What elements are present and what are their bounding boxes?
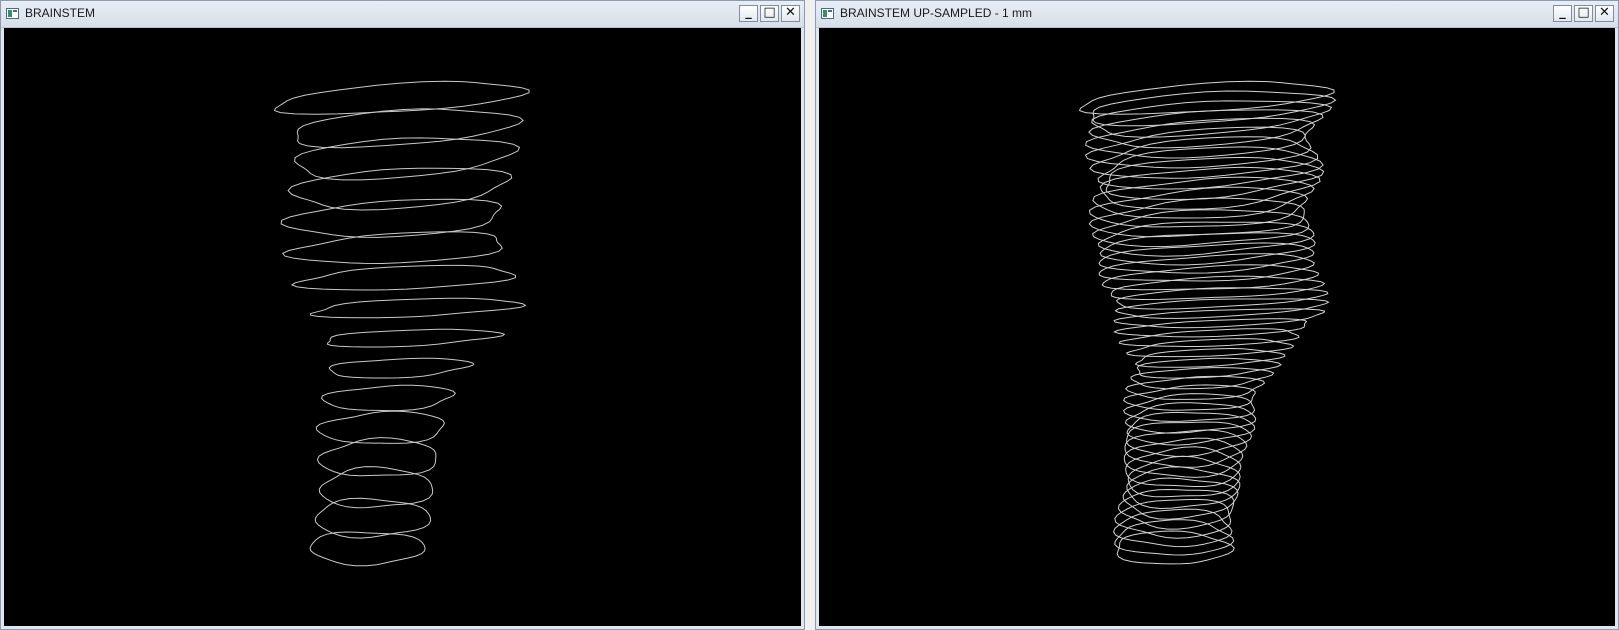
contour-slice [1088, 197, 1305, 238]
window-title: BRAINSTEM [25, 6, 96, 20]
close-button[interactable]: ✕ [781, 5, 800, 22]
contour-slice [309, 297, 527, 319]
contour-slice [1113, 318, 1308, 338]
title-bar[interactable]: BRAINSTEM _ □ ✕ [1, 1, 804, 28]
window-controls: _ □ ✕ [1551, 5, 1614, 23]
contour-slice [1126, 466, 1241, 510]
contour-slice [309, 531, 426, 567]
window-brainstem: BRAINSTEM _ □ ✕ [0, 0, 805, 630]
contour-slice [280, 198, 503, 238]
contour-slice [1114, 519, 1235, 556]
contour-slice [315, 410, 445, 444]
contour-slice [1088, 186, 1309, 228]
contour-slice [1116, 530, 1235, 565]
contour-slice [314, 497, 432, 539]
minimize-button[interactable]: _ [1553, 5, 1572, 22]
contour-slice [326, 328, 506, 348]
contour-stack-3d [273, 80, 530, 567]
contour-slice [287, 167, 513, 211]
contour-slice [290, 264, 517, 291]
render-viewport[interactable] [4, 28, 801, 626]
window-brainstem-upsampled: BRAINSTEM UP-SAMPLED - 1 mm _ □ ✕ [815, 0, 1619, 630]
window-title: BRAINSTEM UP-SAMPLED - 1 mm [840, 6, 1033, 20]
app-window-icon[interactable] [6, 8, 19, 19]
maximize-button[interactable]: □ [1574, 5, 1593, 22]
contour-slice [1097, 146, 1324, 190]
contour-slice [1123, 437, 1244, 478]
contour-slice [1099, 232, 1316, 266]
maximize-button[interactable]: □ [760, 5, 779, 22]
contour-slice [328, 357, 475, 379]
title-bar[interactable]: BRAINSTEM UP-SAMPLED - 1 mm _ □ ✕ [816, 1, 1618, 28]
contour-slice [296, 108, 524, 149]
contour-slice [1098, 242, 1315, 274]
contour-slice [1115, 287, 1329, 310]
window-controls: _ □ ✕ [737, 5, 800, 23]
contour-slice [1134, 347, 1286, 368]
render-viewport[interactable] [819, 28, 1615, 626]
contour-slice [320, 384, 456, 412]
minimize-button[interactable]: _ [739, 5, 758, 22]
contour-slice [1124, 429, 1248, 468]
contour-stack-3d [1078, 80, 1337, 565]
app-window-icon[interactable] [821, 8, 834, 19]
close-button[interactable]: ✕ [1595, 5, 1614, 22]
contour-slice [1078, 80, 1335, 115]
contour-slice [1118, 328, 1300, 347]
contour-slice [1113, 308, 1326, 329]
